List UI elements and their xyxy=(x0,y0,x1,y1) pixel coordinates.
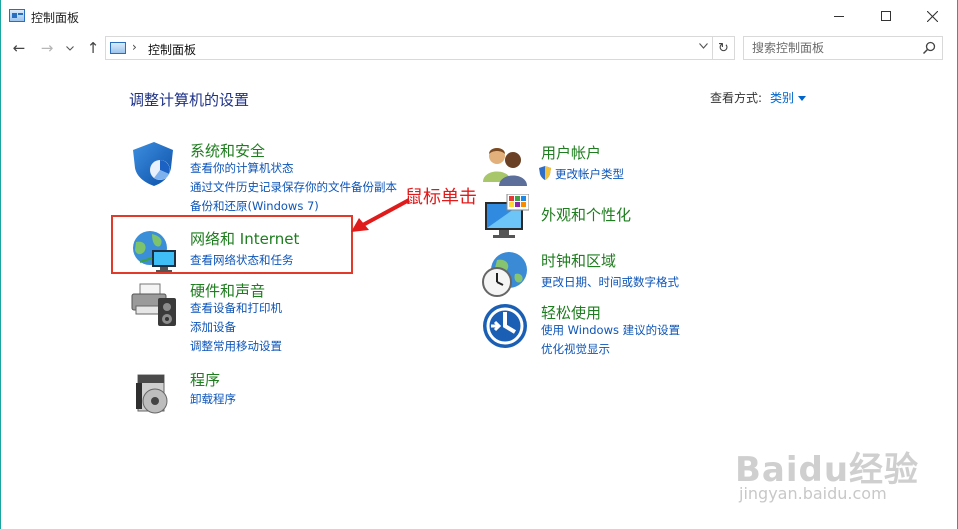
caret-down-icon[interactable] xyxy=(798,96,807,101)
link-mobility-settings[interactable]: 调整常用移动设置 xyxy=(190,338,282,354)
refresh-button[interactable]: ↻ xyxy=(713,36,735,60)
category-ease-of-access: 轻松使用 使用 Windows 建议的设置 优化视觉显示 xyxy=(481,302,741,362)
search-icon[interactable] xyxy=(922,41,936,55)
category-title-user-accounts[interactable]: 用户帐户 xyxy=(541,142,601,163)
arrow-left-icon: ← xyxy=(12,39,26,57)
minimize-icon xyxy=(834,15,844,17)
category-programs: 程序 卸载程序 xyxy=(130,369,350,414)
link-optimize-visual-display[interactable]: 优化视觉显示 xyxy=(541,341,610,357)
control-panel-location-icon xyxy=(110,42,126,54)
arrow-up-icon: ↑ xyxy=(86,39,100,57)
recent-locations-button[interactable] xyxy=(63,38,77,58)
address-dropdown-button[interactable] xyxy=(699,41,708,52)
forward-button[interactable]: → xyxy=(37,38,57,58)
link-change-account-type[interactable]: 更改帐户类型 xyxy=(555,166,624,182)
close-icon xyxy=(926,10,938,22)
watermark-url: jingyan.baidu.com xyxy=(739,484,887,503)
chevron-down-icon xyxy=(699,43,708,49)
category-title-clock-region[interactable]: 时钟和区域 xyxy=(541,250,616,271)
view-by-label: 查看方式: xyxy=(710,91,763,105)
uac-shield-icon xyxy=(539,166,551,180)
up-button[interactable]: ↑ xyxy=(83,38,103,58)
maximize-icon xyxy=(881,11,891,21)
navigation-bar: ← → ↑ › 控制面板 ↻ xyxy=(1,32,957,64)
category-title-programs[interactable]: 程序 xyxy=(190,369,220,390)
printer-icon xyxy=(131,283,176,326)
monitor-palette-icon xyxy=(485,194,529,238)
title-bar: 控制面板 xyxy=(1,0,957,32)
link-windows-recommended-settings[interactable]: 使用 Windows 建议的设置 xyxy=(541,322,680,338)
category-title-appearance[interactable]: 外观和个性化 xyxy=(541,204,631,225)
search-input[interactable] xyxy=(744,37,920,59)
category-appearance: 外观和个性化 xyxy=(481,194,721,242)
search-box[interactable] xyxy=(743,36,943,60)
programs-disc-icon xyxy=(136,374,168,414)
control-panel-icon xyxy=(9,9,25,22)
back-button[interactable]: ← xyxy=(9,38,29,58)
baidu-watermark: Baidu经验 jingyan.baidu.com xyxy=(735,432,925,512)
page-title: 调整计算机的设置 xyxy=(129,91,250,109)
category-title-hardware-sound[interactable]: 硬件和声音 xyxy=(190,280,265,301)
breadcrumb-separator: › xyxy=(132,40,137,54)
maximize-button[interactable] xyxy=(863,0,909,32)
annotation-highlight-box xyxy=(111,215,353,274)
category-hardware-sound: 硬件和声音 查看设备和打印机 添加设备 调整常用移动设置 xyxy=(130,280,350,355)
arrow-right-icon: → xyxy=(40,39,54,57)
address-bar[interactable]: › 控制面板 xyxy=(105,36,713,60)
window-title: 控制面板 xyxy=(31,11,80,25)
minimize-button[interactable] xyxy=(816,0,862,32)
shield-icon xyxy=(133,142,173,186)
category-user-accounts: 用户帐户 更改帐户类型 xyxy=(481,142,721,186)
breadcrumb-control-panel[interactable]: 控制面板 xyxy=(148,41,196,58)
annotation-label: 鼠标单击 xyxy=(405,187,477,208)
view-by-dropdown[interactable]: 类别 xyxy=(770,91,794,105)
link-view-devices-printers[interactable]: 查看设备和打印机 xyxy=(190,300,282,316)
ease-of-access-icon xyxy=(483,304,527,348)
link-uninstall-program[interactable]: 卸载程序 xyxy=(190,391,236,407)
link-view-computer-status[interactable]: 查看你的计算机状态 xyxy=(190,160,294,176)
link-file-history-backup[interactable]: 通过文件历史记录保存你的文件备份副本 xyxy=(190,179,397,195)
clock-globe-icon xyxy=(482,252,527,297)
link-change-date-time-format[interactable]: 更改日期、时间或数字格式 xyxy=(541,274,679,290)
annotation-arrow-icon xyxy=(351,198,410,232)
chevron-down-icon xyxy=(66,45,74,51)
users-icon xyxy=(483,148,527,186)
category-title-system-security[interactable]: 系统和安全 xyxy=(190,140,265,161)
close-button[interactable] xyxy=(909,0,955,32)
link-backup-restore[interactable]: 备份和还原(Windows 7) xyxy=(190,198,319,214)
link-add-device[interactable]: 添加设备 xyxy=(190,319,236,335)
category-title-ease-of-access[interactable]: 轻松使用 xyxy=(541,302,601,323)
control-panel-window: 控制面板 ← → ↑ › 控制面板 ↻ 调整计算机的设置 查看方式: 类别 xyxy=(0,0,958,529)
view-by: 查看方式: 类别 xyxy=(710,89,807,106)
refresh-icon: ↻ xyxy=(718,40,729,56)
category-clock-region: 时钟和区域 更改日期、时间或数字格式 xyxy=(481,250,741,298)
